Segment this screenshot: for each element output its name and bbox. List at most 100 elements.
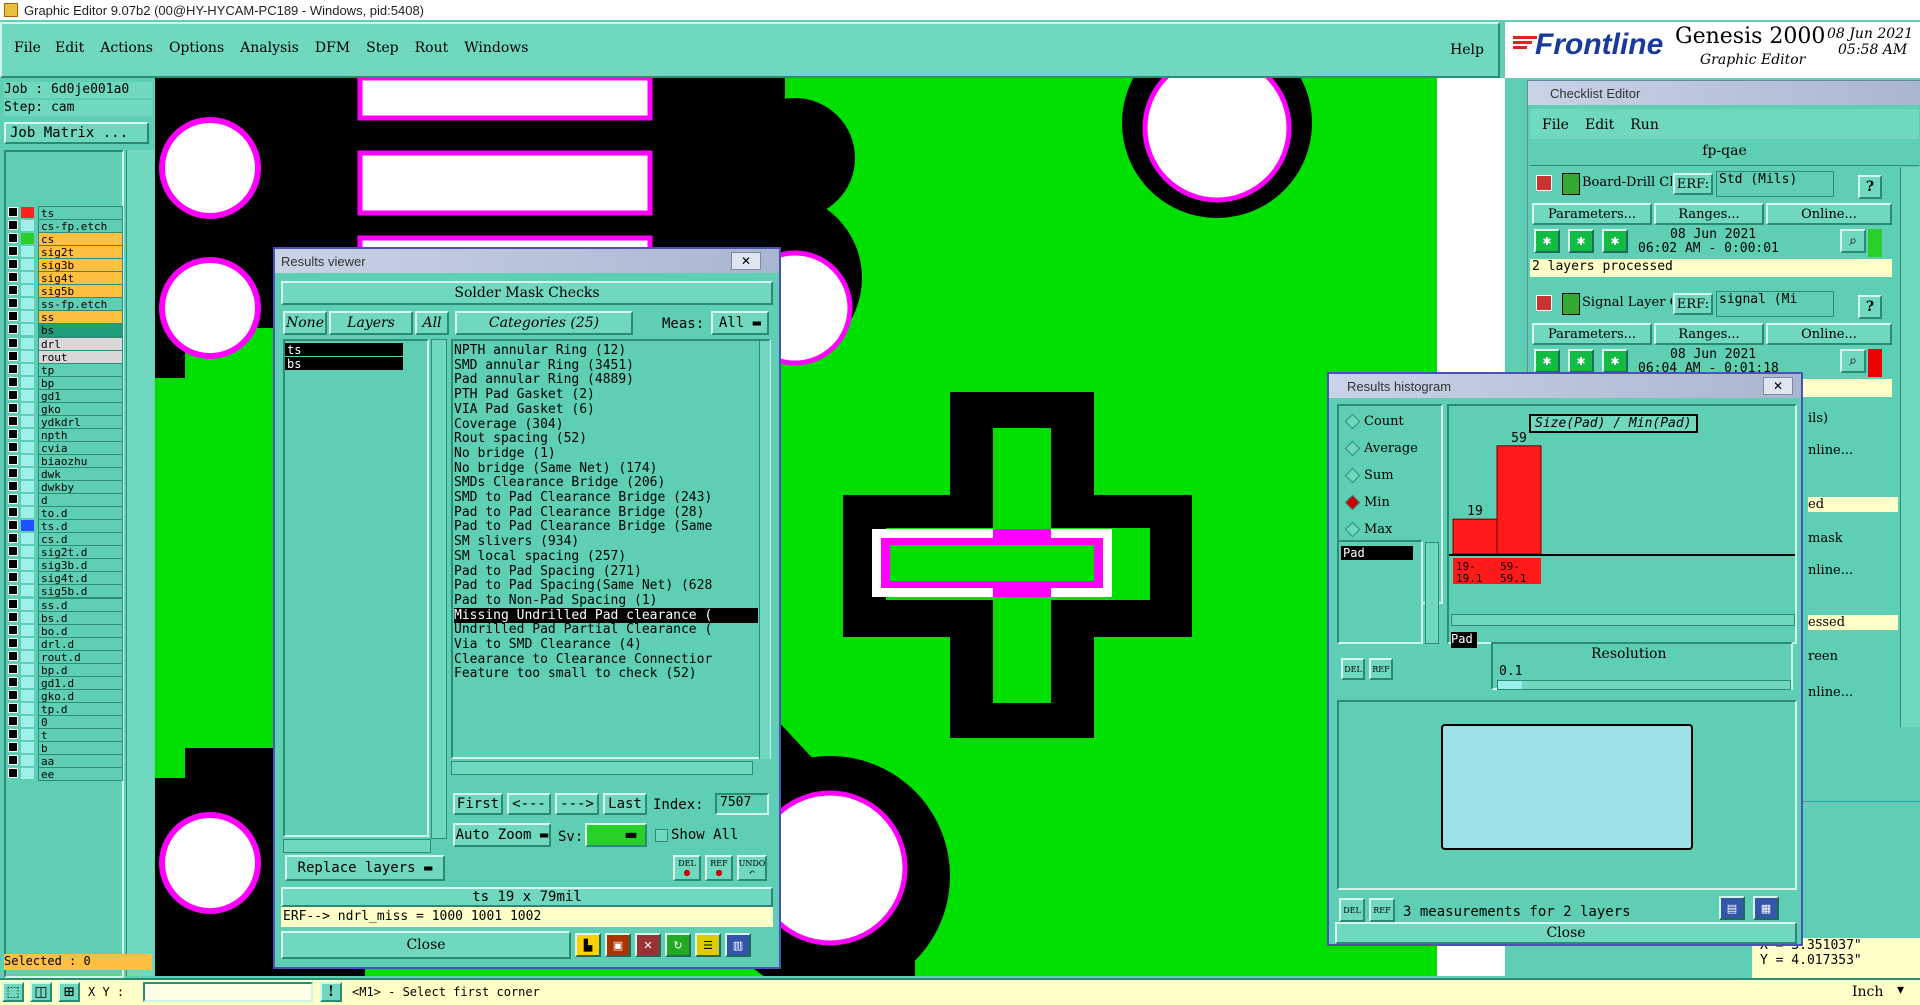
ce-run-icon[interactable]: ✱ [1602,229,1628,253]
rv-layer-scrollbar[interactable] [431,339,447,839]
layer-checkbox[interactable] [8,650,18,661]
rv-first-button[interactable]: First [453,793,503,815]
layer-checkbox[interactable] [8,337,18,348]
layer-checkbox[interactable] [8,207,18,217]
rh-close-icon[interactable]: ✕ [1763,377,1793,395]
rv-category-item[interactable]: PTH Pad Gasket (2) [454,387,758,402]
rv-category-item[interactable]: SMD annular Ring (3451) [454,358,758,373]
layer-row[interactable]: ee [8,767,123,782]
rv-layers-button[interactable]: Layers [329,311,413,335]
ce-erf-value[interactable]: Std (Mils) [1716,171,1834,197]
rh-option-max[interactable]: Max [1344,521,1392,538]
layer-row[interactable]: bp [8,375,123,390]
tool-icon-1[interactable]: ⬚ [2,982,24,1002]
layer-name[interactable]: b [38,741,123,756]
layer-checkbox[interactable] [8,311,18,322]
layer-name[interactable]: rout.d [38,649,123,664]
rv-ref-button[interactable]: REF ● [705,855,733,881]
layer-name[interactable]: sig5b.d [38,584,123,599]
rv-close-button[interactable]: Close [281,931,571,959]
rv-layer-list[interactable] [283,339,429,837]
layer-row[interactable]: dwkby [8,480,123,495]
rv-category-item[interactable]: Pad to Pad Spacing (271) [454,564,758,579]
rv-category-item[interactable]: Pad to Pad Spacing(Same Net) (628 [454,578,758,593]
layer-row[interactable]: t [8,728,123,742]
rv-category-item[interactable]: Pad annular Ring (4889) [454,372,758,387]
layer-row[interactable]: tp.d [8,701,123,716]
layer-checkbox[interactable] [8,441,18,452]
layer-name[interactable]: sig5b [38,284,123,299]
ce-zoom-icon[interactable]: ⌕ [1840,229,1866,253]
layer-checkbox[interactable] [8,768,18,779]
layer-checkbox[interactable] [8,402,18,413]
rv-replace-layers-dropdown[interactable]: Replace layers ▬ [285,855,445,881]
layer-name[interactable]: sig4t.d [38,571,123,586]
layer-name[interactable]: sig2t.d [38,545,123,560]
rv-category-item[interactable]: SM slivers (934) [454,534,758,549]
rv-undo-button[interactable]: UNDO ↶ [737,855,767,881]
layer-name[interactable]: cs [38,232,123,247]
layer-name[interactable]: to.d [38,506,123,521]
job-matrix-button[interactable]: Job Matrix ... [4,122,149,144]
layer-name[interactable]: t [38,728,123,742]
ce-parameters-button[interactable]: Parameters... [1532,323,1652,345]
ce-ranges-button[interactable]: Ranges... [1654,203,1764,225]
tool-icon-3[interactable]: ⊞ [58,982,80,1002]
layer-row[interactable]: sig2t [8,245,123,260]
layer-row[interactable]: gko [8,401,123,416]
ce-parameters-button[interactable]: Parameters... [1532,203,1652,225]
layer-row[interactable]: bs.d [8,610,123,625]
layer-checkbox[interactable] [8,663,18,674]
layer-name[interactable]: cs.d [38,532,123,547]
layer-row[interactable]: sig3b [8,258,123,273]
layer-name[interactable]: gko.d [38,688,123,703]
rv-meas-dropdown[interactable]: All ▬ [711,311,769,335]
rv-category-item[interactable]: Clearance to Clearance Connectior [454,652,758,667]
menu-edit[interactable]: Edit [55,40,84,56]
layer-row[interactable]: dwk [8,467,123,481]
layer-name[interactable]: aa [38,754,123,769]
rh-option-sum[interactable]: Sum [1344,467,1394,484]
layer-name[interactable]: dwk [38,467,123,481]
rh-export-icon[interactable]: ▤ [1719,896,1745,920]
layer-checkbox[interactable] [8,702,18,713]
rv-category-item[interactable]: Coverage (304) [454,417,758,432]
layer-checkbox[interactable] [8,533,18,544]
rv-category-scrollbar[interactable] [759,341,770,759]
layer-checkbox[interactable] [8,559,18,570]
layer-name[interactable]: ts.d [38,519,123,534]
layer-name[interactable]: sig3b [38,258,123,273]
layer-row[interactable]: to.d [8,506,123,521]
rv-layer-hscroll[interactable] [283,839,431,853]
layer-row[interactable]: b [8,741,123,756]
rv-category-hscroll[interactable] [451,761,753,775]
rv-chart-tool-icon[interactable]: ▥ [725,933,751,957]
rv-autozoom-dropdown[interactable]: Auto Zoom ▬ [453,823,551,847]
layer-name[interactable]: bp [38,375,123,390]
rv-prev-button[interactable]: <--- [507,793,551,815]
rv-del-button[interactable]: DEL ● [673,855,701,881]
layer-checkbox[interactable] [8,298,18,309]
layer-name[interactable]: d [38,493,123,508]
ce-check-name[interactable]: Signal Layer Ch [1582,295,1672,310]
rh-slider-handle[interactable] [1498,681,1522,689]
menu-file[interactable]: File [14,40,41,56]
layer-name[interactable]: ss.d [38,597,123,612]
ce-run-icon[interactable]: ✱ [1568,349,1594,373]
layer-row[interactable]: gko.d [8,688,123,703]
layer-name[interactable]: ydkdrl [38,414,123,429]
rh-ref-small-button[interactable]: REF [1369,658,1393,680]
layer-name[interactable]: gd1.d [38,675,123,690]
layer-name[interactable]: bs [38,323,123,338]
layer-checkbox[interactable] [8,585,18,596]
layer-row[interactable]: aa [8,754,123,769]
layer-row[interactable]: ss-fp.etch [8,297,123,312]
layer-row[interactable]: ss.d [8,597,123,612]
layer-checkbox[interactable] [8,481,18,492]
layer-checkbox[interactable] [8,389,18,400]
ce-ranges-button[interactable]: Ranges... [1654,323,1764,345]
layer-name[interactable]: bp.d [38,662,123,677]
rh-option-average[interactable]: Average [1344,440,1418,457]
ce-erf-value[interactable]: signal (Mi [1716,291,1834,317]
ce-run-icon[interactable]: ✱ [1534,229,1560,253]
